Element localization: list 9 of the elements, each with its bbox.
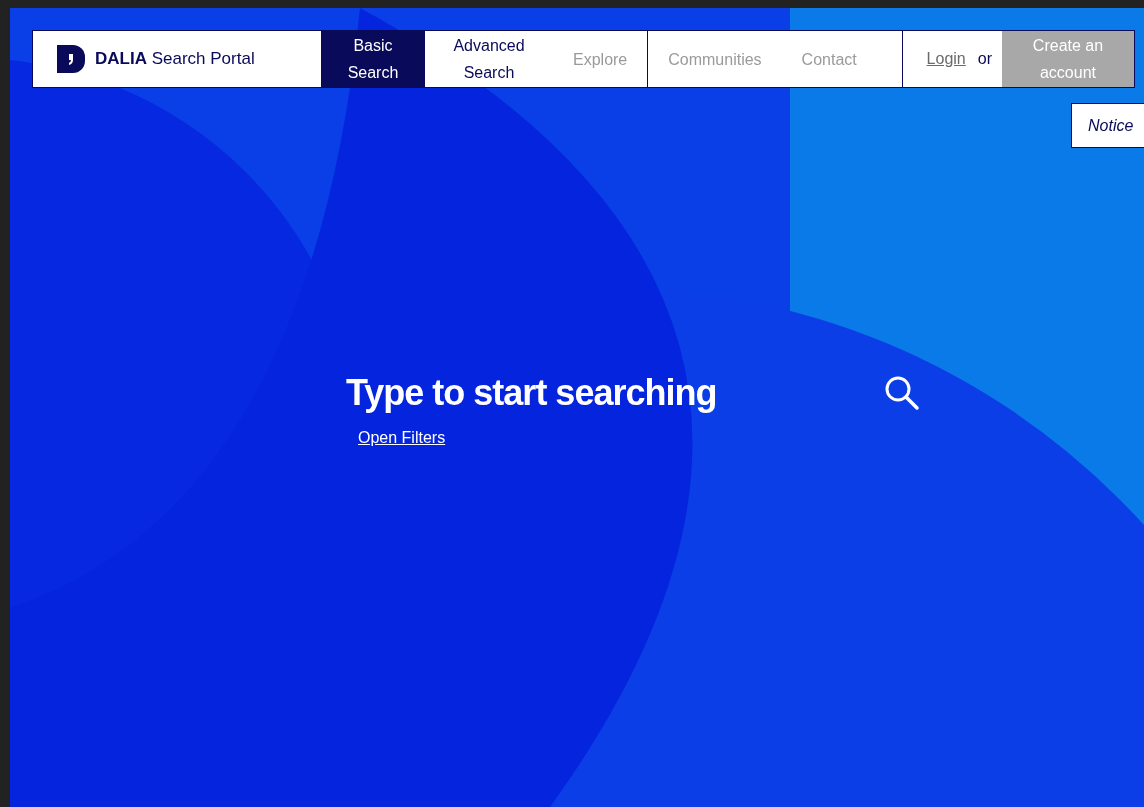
nav-tab[interactable]: Advanced Search — [425, 31, 553, 87]
search-field[interactable]: Type to start searching — [346, 368, 882, 418]
nav-tab[interactable]: Basic Search — [321, 31, 425, 87]
brand-name[interactable]: DALIA Search Portal — [95, 46, 255, 72]
login-link[interactable]: Login — [926, 47, 966, 71]
notice-field[interactable]: Notice — [1071, 103, 1144, 148]
logo-icon — [55, 43, 87, 75]
or-text: or — [977, 49, 992, 69]
open-filters-link[interactable]: Open Filters — [358, 426, 446, 450]
